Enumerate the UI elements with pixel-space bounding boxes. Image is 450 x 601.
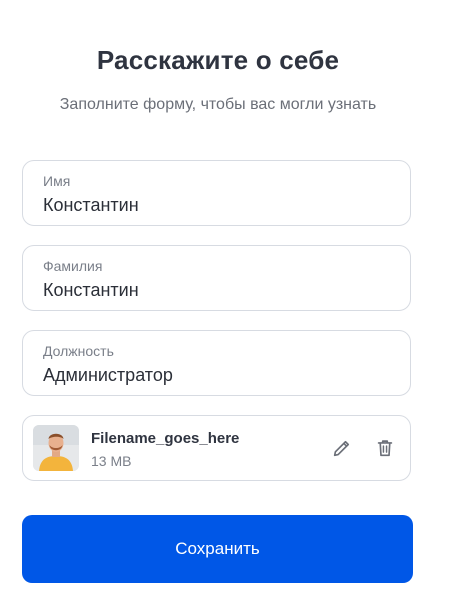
pencil-icon (333, 440, 350, 457)
page-title: Расскажите о себе (96, 45, 340, 75)
user-photo-icon (33, 425, 79, 471)
file-name: Filename_goes_here (91, 430, 240, 447)
last-name-input[interactable] (43, 280, 383, 301)
save-button[interactable]: Сохранить (22, 515, 413, 583)
last-name-field[interactable]: Фамилия (22, 245, 411, 311)
delete-file-button[interactable] (374, 437, 396, 459)
trash-icon (377, 440, 393, 457)
page-subtitle: Заполните форму, чтобы вас могли узнать (59, 96, 377, 113)
position-label: Должность (43, 343, 114, 359)
last-name-label: Фамилия (43, 258, 103, 274)
file-size: 13 MB (91, 453, 132, 469)
user-photo-thumbnail (33, 425, 79, 471)
position-field[interactable]: Должность (22, 330, 411, 396)
position-input[interactable] (43, 365, 383, 386)
first-name-label: Имя (43, 173, 71, 189)
first-name-input[interactable] (43, 195, 383, 216)
first-name-field[interactable]: Имя (22, 160, 411, 226)
edit-file-button[interactable] (331, 437, 353, 459)
uploaded-file-card: Filename_goes_here 13 MB (22, 415, 411, 481)
